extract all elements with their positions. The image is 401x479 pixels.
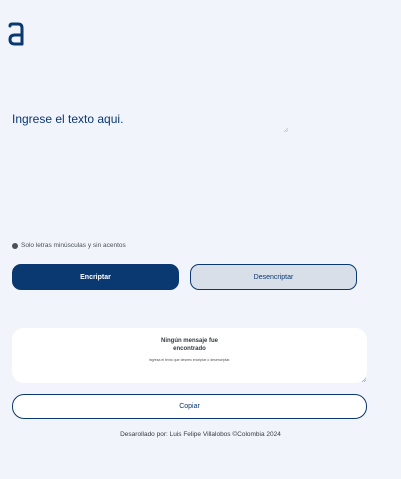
copy-button[interactable]: Copiar bbox=[12, 394, 367, 419]
result-title: Ningún mensaje fue encontrado bbox=[160, 338, 218, 352]
alura-logo-icon bbox=[8, 22, 24, 46]
result-text: Ingresa el texto que desees encriptar o … bbox=[148, 358, 231, 362]
info-dot-icon bbox=[12, 242, 18, 249]
result-panel: Ningún mensaje fue encontrado Ingresa el… bbox=[12, 328, 367, 383]
footer-credit: Desarollado por: Luis Felipe Villalobos … bbox=[120, 431, 281, 438]
encrypt-button[interactable]: Encriptar bbox=[12, 264, 179, 290]
resize-grip-icon[interactable] bbox=[361, 377, 366, 382]
input-hint: Solo letras minúsculas y sin acentos bbox=[12, 242, 126, 249]
resize-grip-icon[interactable] bbox=[283, 127, 288, 132]
text-input[interactable] bbox=[12, 112, 290, 134]
decrypt-button[interactable]: Desencriptar bbox=[190, 264, 357, 290]
hint-text: Solo letras minúsculas y sin acentos bbox=[21, 242, 126, 249]
